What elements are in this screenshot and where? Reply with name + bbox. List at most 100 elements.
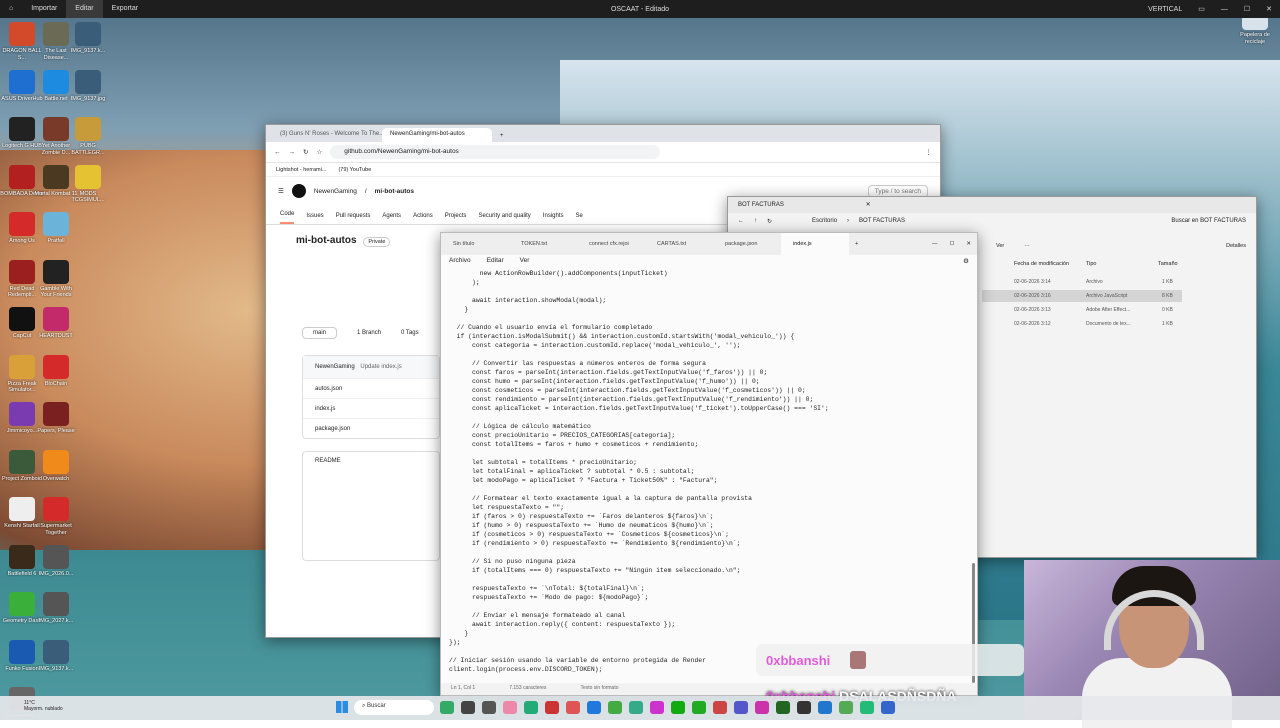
tab-exportar[interactable]: Exportar bbox=[103, 0, 147, 18]
taskbar-app-icon[interactable] bbox=[671, 701, 685, 714]
desktop-icon[interactable]: Supermarket Together bbox=[34, 497, 78, 536]
taskbar-app-icon[interactable] bbox=[755, 701, 769, 714]
tab-actions[interactable]: Actions bbox=[413, 213, 433, 224]
back-icon[interactable]: ← bbox=[738, 218, 744, 228]
taskbar-app-icon[interactable] bbox=[503, 701, 517, 714]
col-type[interactable]: Tipo bbox=[1086, 261, 1158, 267]
file-row[interactable]: 02-06-2026 3:13 Adobe After Effect... 0 KB bbox=[1014, 304, 1214, 316]
file-row[interactable]: index.js bbox=[303, 398, 439, 418]
more-icon[interactable]: ··· bbox=[1024, 243, 1030, 249]
branch-select[interactable]: main bbox=[302, 327, 338, 339]
tags-link[interactable]: 0 Tags bbox=[401, 327, 419, 339]
notepad-tab[interactable]: Sin título bbox=[441, 241, 509, 247]
bookmark-youtube[interactable]: (79) YouTube bbox=[338, 167, 371, 173]
file-row[interactable]: 02-06-2026 3:14 Archivo 1 KB bbox=[1014, 276, 1214, 288]
maximize-icon[interactable]: ☐ bbox=[943, 241, 960, 247]
desktop-icon[interactable]: PUBG BATTLEGR... bbox=[66, 117, 110, 156]
col-size[interactable]: Tamaño bbox=[1158, 261, 1178, 267]
taskbar-app-icon[interactable] bbox=[734, 701, 748, 714]
repo-name-link[interactable]: mi-bot-autos bbox=[375, 188, 414, 195]
readme-tab[interactable]: README bbox=[315, 458, 341, 464]
taskbar-app-icon[interactable] bbox=[692, 701, 706, 714]
commit-user[interactable]: NewenGaming bbox=[315, 364, 355, 370]
notepad-tab[interactable]: TOKEN.txt bbox=[509, 241, 577, 247]
taskbar-app-icon[interactable] bbox=[713, 701, 727, 714]
desktop-icon[interactable]: BloChain bbox=[34, 354, 78, 388]
taskbar-app-icon[interactable] bbox=[818, 701, 832, 714]
tab-insights[interactable]: Insights bbox=[543, 213, 564, 224]
desktop-icon[interactable]: Papers, Please bbox=[34, 402, 78, 435]
file-row[interactable]: 02-06-2026 3:12 Documento de tex... 1 KB bbox=[1014, 318, 1214, 330]
chrome-tab-youtube[interactable]: (3) Guns N' Roses - Welcome To The... bbox=[272, 128, 382, 142]
notepad-tab[interactable]: CARTAS.txt bbox=[645, 241, 713, 247]
back-icon[interactable]: ← bbox=[274, 149, 281, 156]
file-row[interactable]: autos.json bbox=[303, 378, 439, 398]
desktop-icon[interactable]: IMG_2026.0... bbox=[34, 544, 78, 578]
desktop-icon[interactable]: IMG_9137.k... bbox=[66, 22, 110, 55]
tab-importar[interactable]: Importar bbox=[22, 0, 66, 18]
taskbar-app-icon[interactable] bbox=[881, 701, 895, 714]
new-tab-icon[interactable]: + bbox=[492, 133, 512, 142]
explorer-search[interactable]: Buscar en BOT FACTURAS bbox=[1171, 218, 1246, 228]
file-name[interactable]: index.js bbox=[315, 406, 335, 412]
home-icon[interactable]: ⌂ bbox=[0, 0, 22, 18]
details-button[interactable]: Detalles bbox=[1226, 243, 1246, 249]
taskbar-app-icon[interactable] bbox=[839, 701, 853, 714]
repo-owner-link[interactable]: NewenGaming bbox=[314, 188, 357, 195]
chrome-tab-github[interactable]: NewenGaming/mi-bot-autos bbox=[382, 128, 492, 142]
code-editor[interactable]: new ActionRowBuilder().addComponents(inp… bbox=[449, 269, 959, 677]
file-name[interactable]: autos.json bbox=[315, 386, 342, 392]
taskbar-app-icon[interactable] bbox=[797, 701, 811, 714]
taskbar-app-icon[interactable] bbox=[608, 701, 622, 714]
menu-ver[interactable]: Ver bbox=[520, 257, 530, 267]
desktop-icon[interactable]: MODS TCGSIMUL... bbox=[66, 164, 110, 204]
taskbar-app-icon[interactable] bbox=[482, 701, 496, 714]
url-field[interactable]: github.com/NewenGaming/mi-bot-autos bbox=[330, 145, 661, 159]
settings-icon[interactable]: ⚙ bbox=[963, 257, 969, 267]
desktop-icon[interactable]: Overwatch bbox=[34, 449, 78, 483]
tab-code[interactable]: Code bbox=[280, 211, 295, 224]
explorer-tab-title[interactable]: BOT FACTURAS bbox=[738, 202, 784, 208]
taskbar-app-icon[interactable] bbox=[629, 701, 643, 714]
taskbar-search[interactable]: ⌕ Buscar bbox=[354, 700, 434, 715]
desktop-icon[interactable]: IMG_9137.k... bbox=[34, 639, 78, 673]
file-name[interactable]: package.json bbox=[315, 426, 350, 432]
desktop-icon[interactable]: Pratfall bbox=[34, 212, 78, 245]
up-icon[interactable]: ↑ bbox=[754, 218, 757, 228]
branches-link[interactable]: 1 Branch bbox=[357, 327, 381, 339]
new-tab-icon[interactable]: + bbox=[849, 241, 864, 247]
menu-icon[interactable]: ☰ bbox=[278, 187, 284, 195]
desktop-icon[interactable]: HEARTDUST bbox=[34, 307, 78, 340]
bookmark-icon[interactable]: ☆ bbox=[316, 148, 322, 156]
github-logo-icon[interactable] bbox=[291, 184, 306, 198]
taskbar-app-icon[interactable] bbox=[524, 701, 538, 714]
tab-pull-requests[interactable]: Pull requests bbox=[336, 213, 371, 224]
maximize-icon[interactable]: ☐ bbox=[1236, 5, 1258, 13]
taskbar-app-icon[interactable] bbox=[545, 701, 559, 714]
desktop-icon[interactable]: IMG_2027.k... bbox=[34, 592, 78, 625]
menu-editar[interactable]: Editar bbox=[487, 257, 504, 267]
taskbar-app-icon[interactable] bbox=[440, 701, 454, 714]
reload-icon[interactable]: ↻ bbox=[303, 148, 308, 156]
taskbar-app-icon[interactable] bbox=[776, 701, 790, 714]
notepad-tab[interactable]: connect cfx.rejoi bbox=[577, 241, 645, 247]
monitor-icon[interactable]: ▭ bbox=[1190, 5, 1213, 13]
tab-issues[interactable]: Issues bbox=[306, 213, 323, 224]
view-menu[interactable]: Ver bbox=[996, 243, 1004, 249]
close-icon[interactable]: ✕ bbox=[1258, 5, 1280, 13]
tab-projects[interactable]: Projects bbox=[445, 213, 467, 224]
taskbar-app-icon[interactable] bbox=[587, 701, 601, 714]
notepad-tab-active[interactable]: index.js bbox=[781, 233, 849, 255]
bookmark-lightshot[interactable]: Lightshot - herrami... bbox=[276, 167, 326, 173]
crumb-folder[interactable]: BOT FACTURAS bbox=[859, 218, 905, 228]
tab-settings[interactable]: Se bbox=[576, 213, 583, 224]
crumb-desktop[interactable]: Escritorio bbox=[812, 218, 837, 228]
start-icon[interactable] bbox=[336, 701, 348, 713]
menu-archivo[interactable]: Archivo bbox=[449, 257, 471, 267]
desktop-icon[interactable]: Gamble With Your Friends bbox=[34, 259, 78, 299]
layout-label[interactable]: VERTICAL bbox=[1140, 6, 1190, 13]
forward-icon[interactable]: → bbox=[289, 149, 296, 156]
weather-widget[interactable]: 11°C Mayorm. nublado bbox=[24, 700, 63, 712]
taskbar-app-icon[interactable] bbox=[461, 701, 475, 714]
tab-agents[interactable]: Agents bbox=[382, 213, 401, 224]
